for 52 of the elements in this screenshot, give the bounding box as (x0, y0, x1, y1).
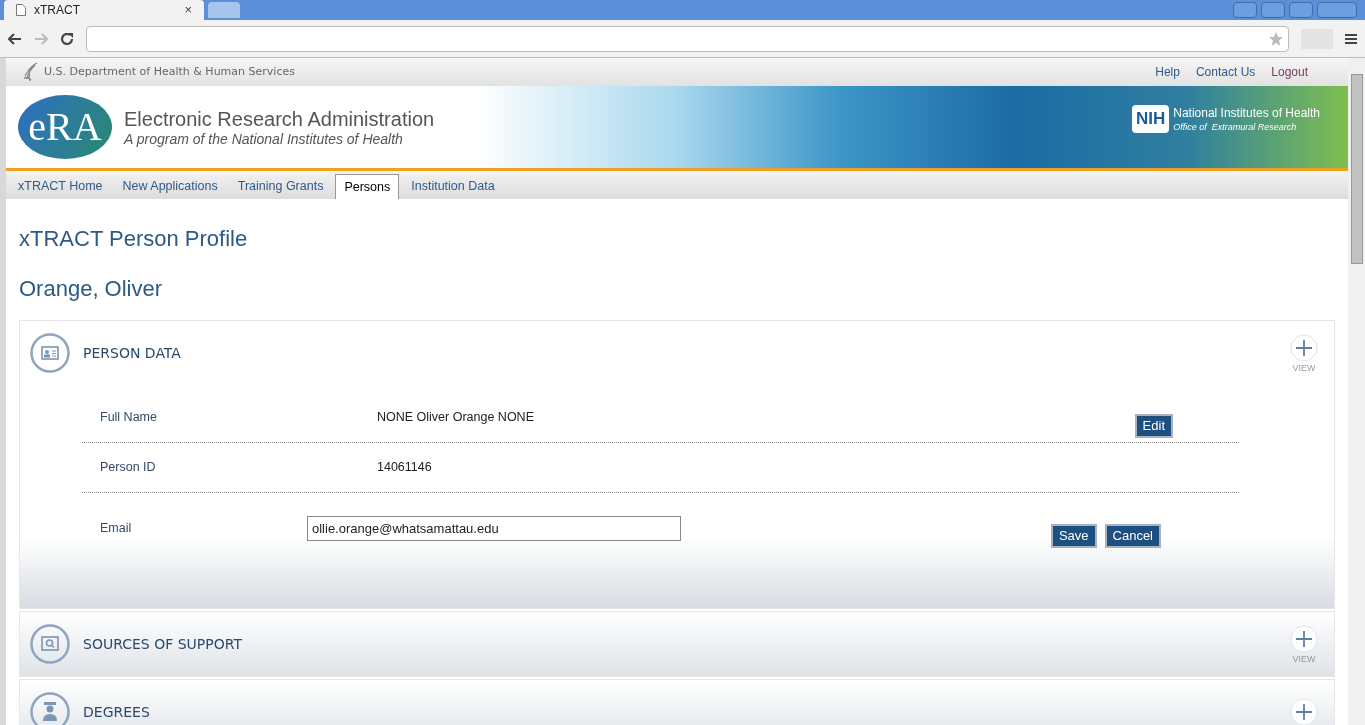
field-label: Email (100, 519, 133, 537)
plus-icon (1290, 333, 1318, 362)
banner-subtitle: A program of the National Institutes of Health (124, 131, 404, 147)
field-value: NONE Oliver Orange NONE (377, 409, 534, 427)
field-value: 14061146 (377, 459, 432, 477)
person-name: Orange, Oliver (19, 275, 164, 303)
header-link[interactable]: Contact Us (1195, 63, 1256, 81)
nav-tab[interactable]: Training Grants (229, 174, 332, 199)
nih-subtitle: Office of Extramural Research (1173, 121, 1298, 133)
nav-tab[interactable]: New Applications (114, 174, 226, 199)
action-button[interactable]: Edit (1134, 413, 1173, 438)
tab-title: xTRACT (34, 2, 81, 19)
graduate-icon (30, 692, 70, 725)
restore-button[interactable] (1289, 2, 1313, 18)
header-link[interactable]: Help (1155, 63, 1180, 81)
plus-icon (1290, 624, 1318, 653)
new-tab-button[interactable] (208, 2, 240, 18)
email-field[interactable]: ollie.orange@whatsamattau.edu (307, 515, 681, 541)
tab-close-button[interactable]: × (184, 0, 192, 20)
banner-title: Electronic Research Administration (124, 107, 435, 131)
eagle-icon (22, 62, 40, 82)
browser-tab[interactable]: xTRACT × (4, 0, 204, 20)
nih-badge: NIH (1131, 105, 1170, 133)
era-logo: eRA (18, 95, 112, 159)
search-icon (30, 624, 70, 664)
back-arrow-icon[interactable] (8, 32, 22, 45)
header-link[interactable]: Logout (1271, 63, 1308, 81)
section-title: SOURCES OF SUPPORT (83, 634, 243, 654)
star-icon[interactable] (1268, 30, 1284, 47)
page-icon (16, 4, 26, 16)
field-label: Full Name (100, 409, 158, 427)
profile-button[interactable] (1233, 2, 1257, 18)
forward-arrow-icon[interactable] (34, 32, 48, 45)
id-card-icon (30, 333, 70, 373)
action-button[interactable]: Cancel (1104, 524, 1161, 548)
agency-name: U.S. Department of Health & Human Services (44, 63, 295, 80)
action-button[interactable]: Save (1050, 524, 1097, 548)
scrollbar[interactable] (1348, 58, 1365, 725)
nav-tab[interactable]: Institution Data (403, 174, 503, 199)
nav-tab[interactable]: xTRACT Home (10, 174, 111, 199)
nav-tab[interactable]: Persons (335, 174, 400, 199)
section-title: PERSON DATA (83, 343, 182, 363)
address-bar[interactable] (86, 25, 1289, 52)
minimize-button[interactable] (1261, 2, 1285, 18)
nih-title: National Institutes of Health (1173, 105, 1320, 121)
page-title: xTRACT Person Profile (19, 225, 249, 253)
view-button[interactable] (1290, 698, 1318, 725)
section-title: DEGREES (83, 702, 151, 722)
menu-icon[interactable] (1345, 32, 1357, 45)
field-label: Person ID (100, 459, 157, 477)
reload-icon[interactable] (60, 31, 74, 46)
close-window-button[interactable] (1317, 2, 1357, 18)
